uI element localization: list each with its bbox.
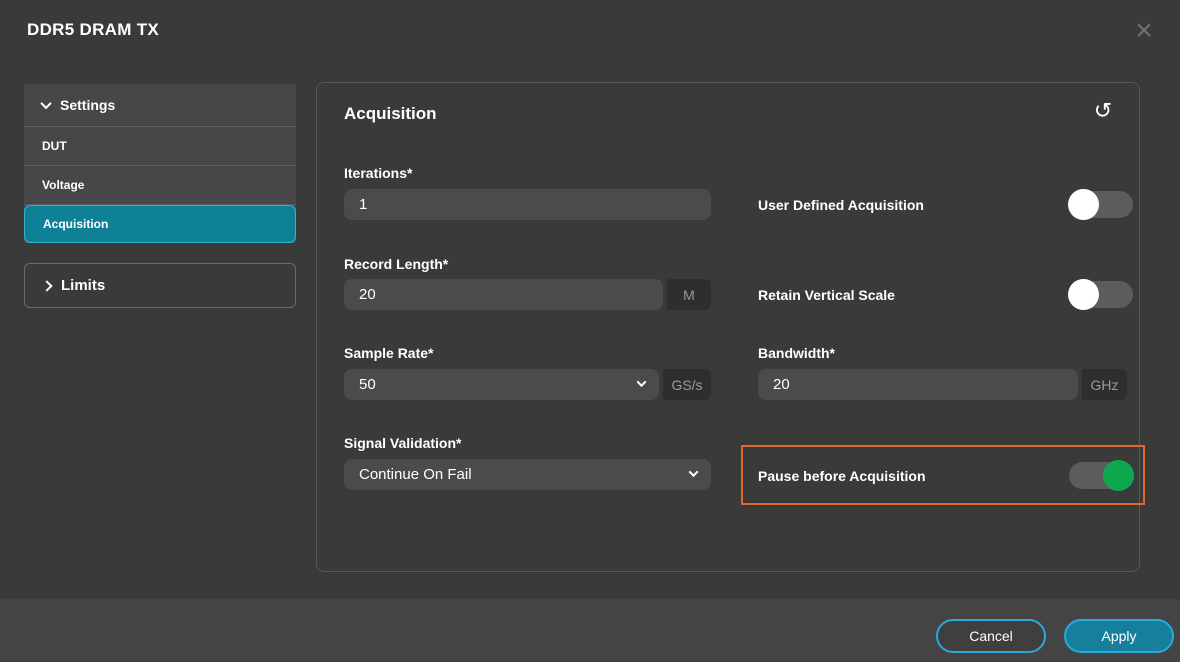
iterations-input[interactable]	[344, 189, 711, 220]
panel-title: Acquisition	[344, 104, 437, 124]
bandwidth-label: Bandwidth*	[758, 345, 835, 361]
pause-before-acquisition-toggle[interactable]	[1069, 462, 1133, 489]
bandwidth-unit: GHz	[1082, 369, 1127, 400]
chevron-down-icon	[637, 377, 647, 387]
apply-button[interactable]: Apply	[1064, 619, 1174, 653]
sidebar: Settings DUT Voltage Acquisition Limits	[24, 84, 296, 308]
acquisition-panel: Acquisition ↺ Iterations* Record Length*…	[316, 82, 1140, 572]
record-length-unit: M	[667, 279, 711, 310]
signal-validation-label: Signal Validation*	[344, 435, 461, 451]
sidebar-item-label: Voltage	[42, 178, 84, 192]
record-length-label: Record Length*	[344, 256, 448, 272]
sample-rate-label: Sample Rate*	[344, 345, 433, 361]
settings-group-label: Settings	[60, 97, 115, 113]
settings-group: Settings DUT Voltage Acquisition	[24, 84, 296, 243]
retain-vertical-scale-toggle[interactable]	[1069, 281, 1133, 308]
user-defined-acquisition-label: User Defined Acquisition	[758, 197, 924, 213]
signal-validation-select[interactable]: Continue On Fail	[344, 459, 711, 490]
cancel-button[interactable]: Cancel	[936, 619, 1046, 653]
sidebar-item-label: DUT	[42, 139, 67, 153]
toggle-knob	[1103, 460, 1134, 491]
sample-rate-value: 50	[359, 376, 376, 393]
user-defined-acquisition-toggle[interactable]	[1069, 191, 1133, 218]
pause-before-acquisition-label: Pause before Acquisition	[758, 468, 926, 484]
footer-bar: Cancel Apply	[0, 599, 1180, 662]
close-icon[interactable]: ×	[1126, 12, 1162, 50]
limits-group-label: Limits	[61, 277, 105, 294]
sidebar-group-limits[interactable]: Limits	[24, 263, 296, 308]
chevron-right-icon	[41, 280, 52, 291]
chevron-down-icon	[40, 98, 51, 109]
toggle-knob	[1068, 189, 1099, 220]
dialog-title: DDR5 DRAM TX	[27, 20, 159, 40]
sidebar-item-dut[interactable]: DUT	[24, 127, 296, 166]
signal-validation-value: Continue On Fail	[359, 466, 472, 483]
sample-rate-unit: GS/s	[663, 369, 711, 400]
bandwidth-input[interactable]	[758, 369, 1078, 400]
chevron-down-icon	[689, 467, 699, 477]
sidebar-item-voltage[interactable]: Voltage	[24, 166, 296, 205]
toggle-knob	[1068, 279, 1099, 310]
sidebar-item-label: Acquisition	[43, 217, 108, 231]
iterations-label: Iterations*	[344, 165, 412, 181]
retain-vertical-scale-label: Retain Vertical Scale	[758, 287, 895, 303]
reset-icon[interactable]: ↺	[1087, 95, 1119, 127]
sidebar-group-settings[interactable]: Settings	[24, 84, 296, 127]
record-length-input[interactable]	[344, 279, 663, 310]
sample-rate-select[interactable]: 50	[344, 369, 659, 400]
sidebar-item-acquisition[interactable]: Acquisition	[24, 205, 296, 243]
